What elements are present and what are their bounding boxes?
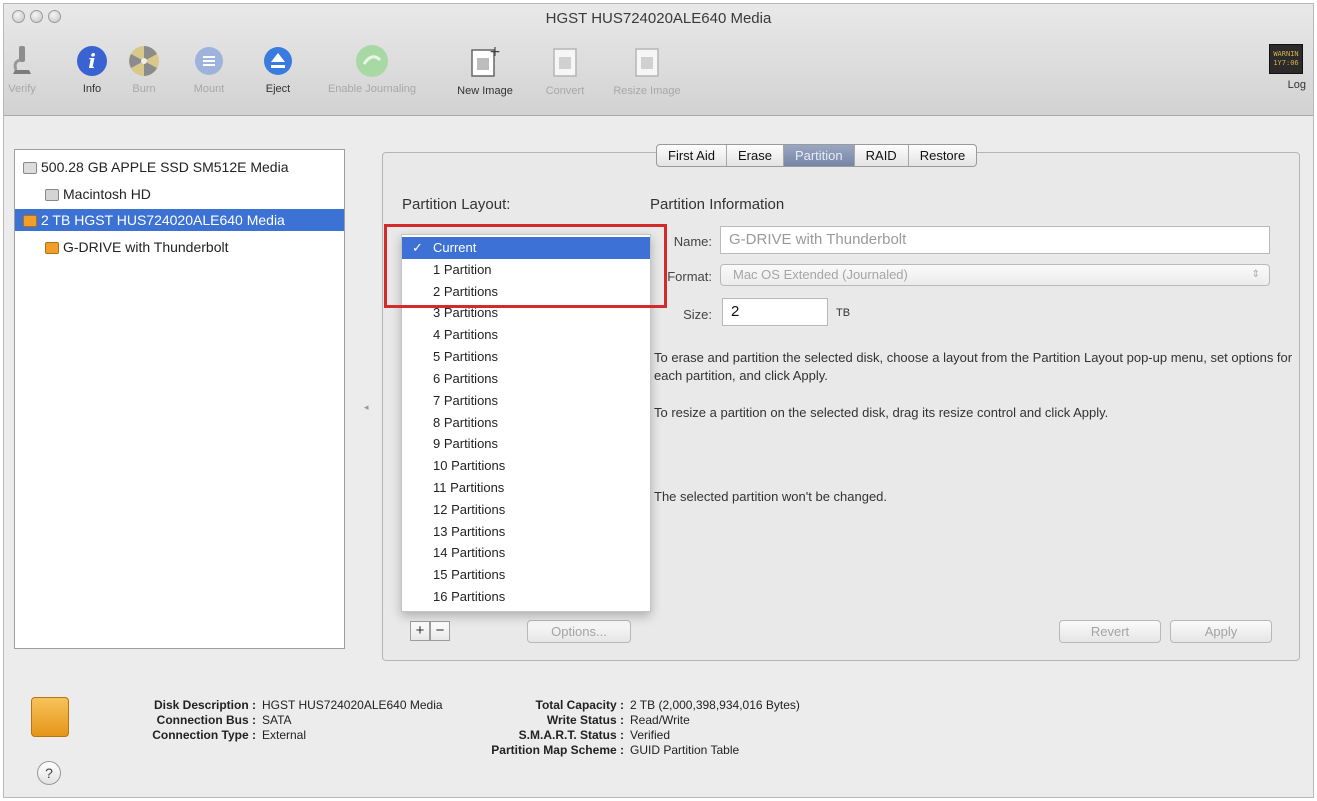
write-status-key: Write Status : <box>546 713 624 727</box>
convert-icon <box>553 48 577 77</box>
journaling-icon <box>356 45 388 77</box>
partition-map-key: Partition Map Scheme : <box>491 743 624 757</box>
new-image-icon: + <box>471 44 501 77</box>
burn-icon <box>129 46 159 76</box>
info-button[interactable]: i Info <box>70 44 114 95</box>
disk-utility-window: HGST HUS724020ALE640 Media Verify i Info <box>3 3 1314 798</box>
resize-instructions: To resize a partition on the selected di… <box>654 405 1109 420</box>
options-button[interactable]: Options... <box>527 620 631 643</box>
layout-option[interactable]: 2 Partitions <box>402 281 650 303</box>
layout-option[interactable]: 9 Partitions <box>402 433 650 455</box>
disk-list: 500.28 GB APPLE SSD SM512E Media Macinto… <box>14 149 345 649</box>
mount-icon <box>195 47 223 75</box>
resize-image-icon <box>635 48 659 77</box>
layout-option[interactable]: 3 Partitions <box>402 302 650 324</box>
resize-image-button[interactable]: Resize Image <box>602 44 692 97</box>
layout-option[interactable]: 15 Partitions <box>402 564 650 586</box>
log-button[interactable]: WARNIN 1Y7:06 Log <box>1266 44 1306 91</box>
new-image-button[interactable]: + New Image <box>446 44 524 97</box>
format-select[interactable]: Mac OS Extended (Journaled) ⇕ <box>720 264 1270 286</box>
burn-button[interactable]: Burn <box>122 44 166 95</box>
smart-status-key: S.M.A.R.T. Status : <box>518 728 624 742</box>
tab-first-aid[interactable]: First Aid <box>657 145 727 166</box>
info-icon: i <box>77 46 107 76</box>
connection-type-key: Connection Type : <box>152 728 256 742</box>
split-view-handle[interactable]: ◂ <box>364 402 369 413</box>
disk-icon <box>23 162 37 175</box>
partition-name-field[interactable]: G-DRIVE with Thunderbolt <box>720 226 1270 254</box>
erase-instructions: To erase and partition the selected disk… <box>654 350 1293 383</box>
disk-description-key: Disk Description : <box>153 698 256 712</box>
external-volume-icon <box>45 242 59 255</box>
log-icon: WARNIN 1Y7:06 <box>1269 44 1303 74</box>
layout-option-current[interactable]: ✓ Current <box>402 237 650 259</box>
help-button[interactable]: ? <box>37 761 61 785</box>
remove-partition-button[interactable]: − <box>430 621 450 641</box>
partition-layout-menu: ✓ Current 1 Partition 2 Partitions 3 Part… <box>401 234 651 612</box>
svg-text:i: i <box>88 49 96 73</box>
eject-icon <box>264 47 292 75</box>
tab-erase[interactable]: Erase <box>727 145 784 166</box>
layout-option[interactable]: 6 Partitions <box>402 368 650 390</box>
layout-option[interactable]: 8 Partitions <box>402 412 650 434</box>
external-disk-large-icon <box>31 697 69 737</box>
layout-option[interactable]: 10 Partitions <box>402 455 650 477</box>
convert-button[interactable]: Convert <box>534 44 596 97</box>
partition-size-field[interactable]: 2 <box>722 298 828 326</box>
volume-item-g-drive[interactable]: G-DRIVE with Thunderbolt <box>15 236 344 258</box>
external-disk-icon <box>23 215 37 228</box>
disk-description-value: HGST HUS724020ALE640 Media <box>262 698 443 712</box>
layout-option[interactable]: 5 Partitions <box>402 346 650 368</box>
layout-option[interactable]: 14 Partitions <box>402 542 650 564</box>
partition-map-value: GUID Partition Table <box>630 743 740 757</box>
verify-button[interactable]: Verify <box>4 44 40 95</box>
svg-text:+: + <box>489 44 501 60</box>
layout-option[interactable]: 13 Partitions <box>402 521 650 543</box>
chevron-updown-icon: ⇕ <box>1251 269 1260 280</box>
disk-item-hgst[interactable]: 2 TB HGST HUS724020ALE640 Media <box>15 209 344 231</box>
connection-bus-value: SATA <box>262 713 292 727</box>
tab-restore[interactable]: Restore <box>909 145 977 166</box>
tab-raid[interactable]: RAID <box>855 145 909 166</box>
apply-button[interactable]: Apply <box>1170 620 1272 643</box>
layout-option[interactable]: 1 Partition <box>402 259 650 281</box>
window-title: HGST HUS724020ALE640 Media <box>545 10 772 27</box>
layout-option[interactable]: 16 Partitions <box>402 586 650 608</box>
microscope-icon <box>13 46 31 74</box>
layout-option[interactable]: 11 Partitions <box>402 477 650 499</box>
partition-status-text: The selected partition won't be changed. <box>654 489 888 504</box>
total-capacity-key: Total Capacity : <box>535 698 624 712</box>
revert-button[interactable]: Revert <box>1059 620 1161 643</box>
total-capacity-value: 2 TB (2,000,398,934,016 Bytes) <box>630 698 800 712</box>
tab-partition[interactable]: Partition <box>783 145 855 166</box>
connection-type-value: External <box>262 728 307 742</box>
mount-button[interactable]: Mount <box>184 44 234 95</box>
partition-information-label: Partition Information <box>650 196 785 213</box>
connection-bus-key: Connection Bus : <box>156 713 256 727</box>
volume-item-macintosh-hd[interactable]: Macintosh HD <box>15 183 344 205</box>
layout-option[interactable]: 12 Partitions <box>402 499 650 521</box>
tab-bar: First Aid Erase Partition RAID Restore <box>656 144 978 167</box>
disk-item-apple-ssd[interactable]: 500.28 GB APPLE SSD SM512E Media <box>15 156 344 178</box>
layout-option[interactable]: 7 Partitions <box>402 390 650 412</box>
partition-layout-label: Partition Layout: <box>402 196 511 213</box>
enable-journaling-button[interactable]: Enable Journaling <box>310 44 434 95</box>
size-unit: TB <box>836 307 851 319</box>
layout-option[interactable]: 4 Partitions <box>402 324 650 346</box>
eject-button[interactable]: Eject <box>258 44 298 95</box>
checkmark-icon: ✓ <box>412 240 423 255</box>
write-status-value: Read/Write <box>630 713 690 727</box>
smart-status-value: Verified <box>630 728 671 742</box>
volume-icon <box>45 189 59 202</box>
toolbar: HGST HUS724020ALE640 Media Verify i Info <box>4 4 1313 116</box>
add-partition-button[interactable]: + <box>410 621 430 641</box>
